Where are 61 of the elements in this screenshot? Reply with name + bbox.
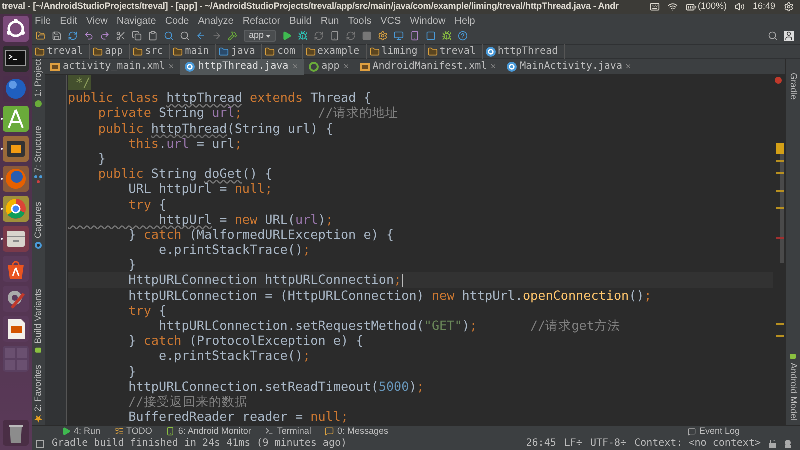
code-line: try {	[128, 302, 167, 318]
editor-tab[interactable]: httpThread.java	[180, 58, 304, 74]
editor-tab[interactable]: AndroidManifest.xml	[354, 58, 502, 74]
menu-item[interactable]: Window	[410, 14, 446, 28]
menu-item[interactable]: File	[35, 14, 52, 28]
code-line: BufferedReader reader = null;	[128, 409, 350, 424]
code-line: this.url = url;	[128, 136, 242, 151]
editor-tab[interactable]: MainActivity.java	[502, 58, 638, 74]
tool-window-button[interactable]: 0: Messages	[325, 424, 388, 438]
menu-item[interactable]: Tools	[348, 14, 372, 28]
file-encoding[interactable]: UTF-8÷	[590, 436, 627, 450]
code-line: httpUrl = new URL(url);	[158, 212, 334, 227]
tool-window-button[interactable]: 6: Android Monitor	[166, 424, 252, 438]
tool-window-button[interactable]: Build Variants	[30, 289, 48, 355]
editor-tab[interactable]: app	[304, 58, 355, 74]
code-line: private String url; //请求的地址	[97, 105, 400, 121]
code-line: public httpThread(String url) {	[97, 120, 334, 136]
menu-item[interactable]: Code	[165, 14, 190, 28]
menu-item[interactable]: Help	[454, 14, 476, 28]
code-line: e.printStackTrace();	[158, 348, 312, 364]
code-line: public String doGet() {	[97, 166, 274, 182]
menu-item[interactable]: Edit	[60, 14, 78, 28]
code-line: } catch (MalformedURLException e) {	[128, 226, 396, 242]
caret-position[interactable]: 26:45	[526, 436, 556, 450]
code-line: */	[68, 75, 773, 90]
tool-window-button[interactable]: Gradle	[784, 73, 800, 100]
tool-window-button[interactable]: 7: Structure	[30, 126, 48, 184]
code-line: }	[97, 150, 107, 166]
code-line: }	[128, 257, 138, 272]
code-line: } catch (ProtocolException e) {	[128, 333, 365, 348]
status-message: Gradle build finished in 24s 41ms (9 minutes ago)	[52, 437, 348, 450]
run-config-dropdown[interactable]: app	[244, 30, 276, 42]
menu-item[interactable]: Navigate	[116, 14, 156, 28]
code-line: e.printStackTrace();	[158, 242, 312, 258]
editor-tab[interactable]: activity_main.xml	[45, 58, 180, 74]
battery-percent: (100%)	[698, 0, 728, 14]
event-log-button[interactable]: Event Log	[688, 424, 740, 438]
menu-item[interactable]: Refactor	[242, 14, 281, 28]
code-line: public class httpThread extends Thread {	[68, 90, 372, 106]
menu-item[interactable]: Run	[320, 14, 340, 28]
clock: 16:49	[753, 0, 776, 14]
menu-item[interactable]: View	[86, 14, 108, 28]
menu-item[interactable]: Analyze	[198, 14, 234, 28]
code-line: httpURLConnection = (HttpURLConnection) new httpUrl.openConnection();	[128, 288, 653, 303]
code-line: httpURLConnection.setReadTimeout(5000);	[128, 378, 426, 394]
line-separator[interactable]: LF÷	[564, 436, 582, 450]
menu-item[interactable]: VCS	[380, 14, 402, 28]
menu-item[interactable]: Build	[290, 14, 312, 28]
tool-window-button[interactable]: Android Model	[784, 352, 800, 421]
code-line: try {	[128, 196, 168, 212]
tool-window-button[interactable]: 2: Favorites	[30, 364, 48, 423]
code-line: //接受返回来的数据	[128, 394, 248, 410]
code-line: }	[128, 364, 138, 379]
tool-window-button[interactable]: TODO	[114, 424, 152, 438]
code-line: httpURLConnection.setRequestMethod("GET"); //请求get方法	[158, 318, 622, 334]
tool-window-button[interactable]: Terminal	[265, 424, 312, 438]
tool-window-button[interactable]: 4: Run	[62, 424, 101, 438]
context-indicator[interactable]: Context: <no context>	[634, 436, 761, 450]
window-title: treval - [~/AndroidStudioProjects/treval] - [app] - ~/AndroidStudioProjects/treval/app/src/main/java/com/example/liming/treval/httpThread.java - Andr	[1, 0, 620, 14]
code-line: URL httpUrl = null;	[128, 181, 274, 196]
tool-window-button[interactable]: 1: Project	[30, 59, 48, 108]
